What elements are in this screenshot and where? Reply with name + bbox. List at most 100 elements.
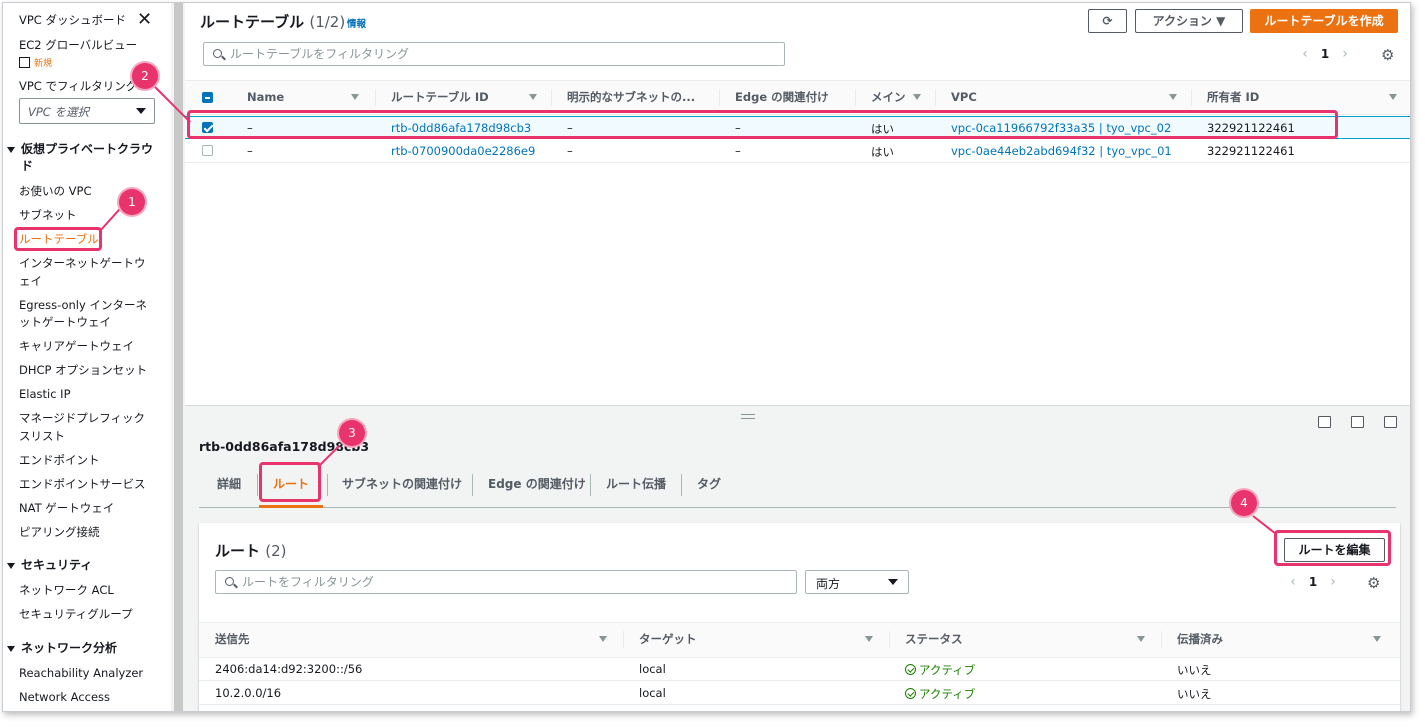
sort-icon xyxy=(351,94,359,100)
col-edge[interactable]: Edge の関連付け xyxy=(727,81,857,114)
sidebar-item-eip[interactable]: Elastic IP xyxy=(19,386,71,403)
page-number[interactable]: 1 xyxy=(1303,575,1323,589)
detail-tabs: 詳細 ルート サブネットの関連付け Edge の関連付け ルート伝播 タグ xyxy=(199,468,1396,508)
sidebar-item-dhcp[interactable]: DHCP オプションセット xyxy=(19,362,147,379)
actions-button[interactable]: アクション ▼ xyxy=(1135,9,1243,33)
sidebar-item-igw[interactable]: インターネットゲートウ xyxy=(19,255,146,272)
panel-side-icon[interactable] xyxy=(1351,416,1364,428)
section-vpc[interactable]: 仮想プライベートクラウ xyxy=(7,141,153,158)
sidebar-item-endpoint-services[interactable]: エンドポイントサービス xyxy=(19,476,146,493)
divider xyxy=(1161,631,1162,648)
col-propagated[interactable]: 伝播済み xyxy=(1169,623,1389,657)
check-circle-icon xyxy=(905,664,916,675)
col-status-label: ステータス xyxy=(905,632,963,646)
sidebar-item-prefix-2[interactable]: スリスト xyxy=(19,428,65,445)
chevron-left-icon[interactable]: ‹ xyxy=(1283,574,1303,590)
chevron-left-icon[interactable]: ‹ xyxy=(1295,46,1315,62)
create-route-table-button[interactable]: ルートテーブルを作成 xyxy=(1250,9,1398,33)
table-row[interactable]: – rtb-0dd86afa178d98cb3 – – はい vpc-0ca11… xyxy=(185,116,1410,139)
sidebar-item-peering[interactable]: ピアリング接続 xyxy=(19,524,100,541)
section-security[interactable]: セキュリティ xyxy=(7,557,92,574)
sidebar-item-nacl[interactable]: ネットワーク ACL xyxy=(19,582,114,599)
routes-filter-select[interactable]: 両方 xyxy=(805,570,909,594)
tab-edge-associations[interactable]: Edge の関連付け xyxy=(488,468,586,508)
table-row[interactable]: – rtb-0700900da0e2286e9 – – はい vpc-0ae44… xyxy=(185,140,1410,163)
sort-icon xyxy=(1389,94,1397,100)
sidebar-item-dashboard[interactable]: VPC ダッシュボード xyxy=(19,12,126,29)
routes-search-input[interactable]: ルートをフィルタリング xyxy=(215,570,797,594)
sidebar-item-route-tables[interactable]: ルートテーブル xyxy=(19,231,99,248)
sidebar-item-egress[interactable]: Egress-only インターネ xyxy=(19,297,147,314)
close-icon[interactable]: ✕ xyxy=(137,11,152,29)
cell-rtb-id[interactable]: rtb-0dd86afa178d98cb3 xyxy=(391,121,531,135)
chevron-right-icon[interactable]: › xyxy=(1335,46,1355,62)
sidebar-item-ec2-global[interactable]: EC2 グローバルビュー xyxy=(19,37,137,54)
cell-vpc[interactable]: vpc-0ca11966792f33a35 | tyo_vpc_02 xyxy=(951,121,1171,135)
selection-count: (1/2) xyxy=(309,13,346,31)
tab-routes[interactable]: ルート xyxy=(259,468,323,508)
col-subnet[interactable]: 明示的なサブネットの... xyxy=(559,81,719,114)
sidebar-item-subnets[interactable]: サブネット xyxy=(19,207,77,224)
search-icon xyxy=(225,577,234,586)
section-security-label: セキュリティ xyxy=(21,558,93,572)
col-rtb-id[interactable]: ルートテーブル ID xyxy=(383,81,545,114)
route-tables-panel: ルートテーブル (1/2) 情報 ⟳ アクション ▼ ルートテーブルを作成 ルー… xyxy=(185,3,1410,405)
sidebar-item-endpoints[interactable]: エンドポイント xyxy=(19,452,100,469)
col-destination[interactable]: 送信先 xyxy=(207,623,615,657)
page-number[interactable]: 1 xyxy=(1315,47,1335,61)
tab-subnet-associations[interactable]: サブネットの関連付け xyxy=(342,468,462,508)
sidebar-item-carrier[interactable]: キャリアゲートウェイ xyxy=(19,338,134,355)
cell-rtb-id[interactable]: rtb-0700900da0e2286e9 xyxy=(391,144,535,158)
col-name[interactable]: Name xyxy=(239,81,367,114)
divider xyxy=(623,631,624,648)
caret-down-icon xyxy=(7,562,15,569)
divider xyxy=(375,89,376,106)
cell-owner: 322921122461 xyxy=(1207,144,1295,158)
select-all-checkbox[interactable] xyxy=(202,92,213,103)
cell-vpc[interactable]: vpc-0ae44eb2abd694f32 | tyo_vpc_01 xyxy=(951,144,1172,158)
vpc-select[interactable]: VPC を選択 xyxy=(19,98,155,124)
tab-tags[interactable]: タグ xyxy=(697,468,721,508)
annotation-badge-3: 3 xyxy=(339,420,365,446)
gear-icon[interactable]: ⚙ xyxy=(1381,46,1394,64)
sort-icon xyxy=(599,636,607,642)
panel-bottom-icon[interactable] xyxy=(1318,416,1331,428)
sidebar-item-network-access[interactable]: Network Access xyxy=(19,689,110,706)
panel-full-icon[interactable] xyxy=(1384,416,1397,428)
pagination: ‹ 1 › xyxy=(1295,46,1355,62)
cell-subnet: – xyxy=(567,121,573,135)
chevron-right-icon[interactable]: › xyxy=(1323,574,1343,590)
edit-routes-button[interactable]: ルートを編集 xyxy=(1284,538,1385,562)
col-name-label: Name xyxy=(247,90,285,104)
search-placeholder: ルートをフィルタリング xyxy=(242,575,374,589)
resize-handle[interactable] xyxy=(741,414,755,419)
col-target[interactable]: ターゲット xyxy=(631,623,881,657)
sidebar-item-sg[interactable]: セキュリティグループ xyxy=(19,606,133,623)
tab-details[interactable]: 詳細 xyxy=(217,468,241,508)
sidebar-item-prefix[interactable]: マネージドプレフィック xyxy=(19,410,145,427)
status-text: アクティブ xyxy=(919,687,976,701)
section-network[interactable]: ネットワーク分析 xyxy=(7,640,117,657)
sidebar-item-reachability[interactable]: Reachability Analyzer xyxy=(19,665,143,682)
annotation-badge-2: 2 xyxy=(132,63,158,89)
chevron-down-icon xyxy=(888,579,898,585)
sidebar-item-nat[interactable]: NAT ゲートウェイ xyxy=(19,500,114,517)
col-owner[interactable]: 所有者 ID xyxy=(1199,81,1405,114)
row-checkbox[interactable] xyxy=(202,122,213,133)
sidebar-item-egress-2[interactable]: ットゲートウェイ xyxy=(19,314,111,331)
sidebar-item-igw-2[interactable]: ェイ xyxy=(19,273,42,290)
col-vpc[interactable]: VPC xyxy=(943,81,1185,114)
tab-route-propagation[interactable]: ルート伝播 xyxy=(606,468,666,508)
info-link[interactable]: 情報 xyxy=(347,16,366,30)
caret-down-icon xyxy=(7,146,15,153)
gear-icon[interactable]: ⚙ xyxy=(1367,574,1380,592)
col-vpc-label: VPC xyxy=(951,90,977,104)
status-text: アクティブ xyxy=(919,663,976,677)
cell-status: アクティブ xyxy=(905,686,975,702)
col-status[interactable]: ステータス xyxy=(897,623,1153,657)
row-checkbox[interactable] xyxy=(202,145,213,156)
sidebar-item-vpcs[interactable]: お使いの VPC xyxy=(19,183,92,200)
col-main[interactable]: メイン xyxy=(863,81,929,114)
route-table-search-input[interactable]: ルートテーブルをフィルタリング xyxy=(203,42,785,66)
refresh-button[interactable]: ⟳ xyxy=(1088,9,1127,33)
